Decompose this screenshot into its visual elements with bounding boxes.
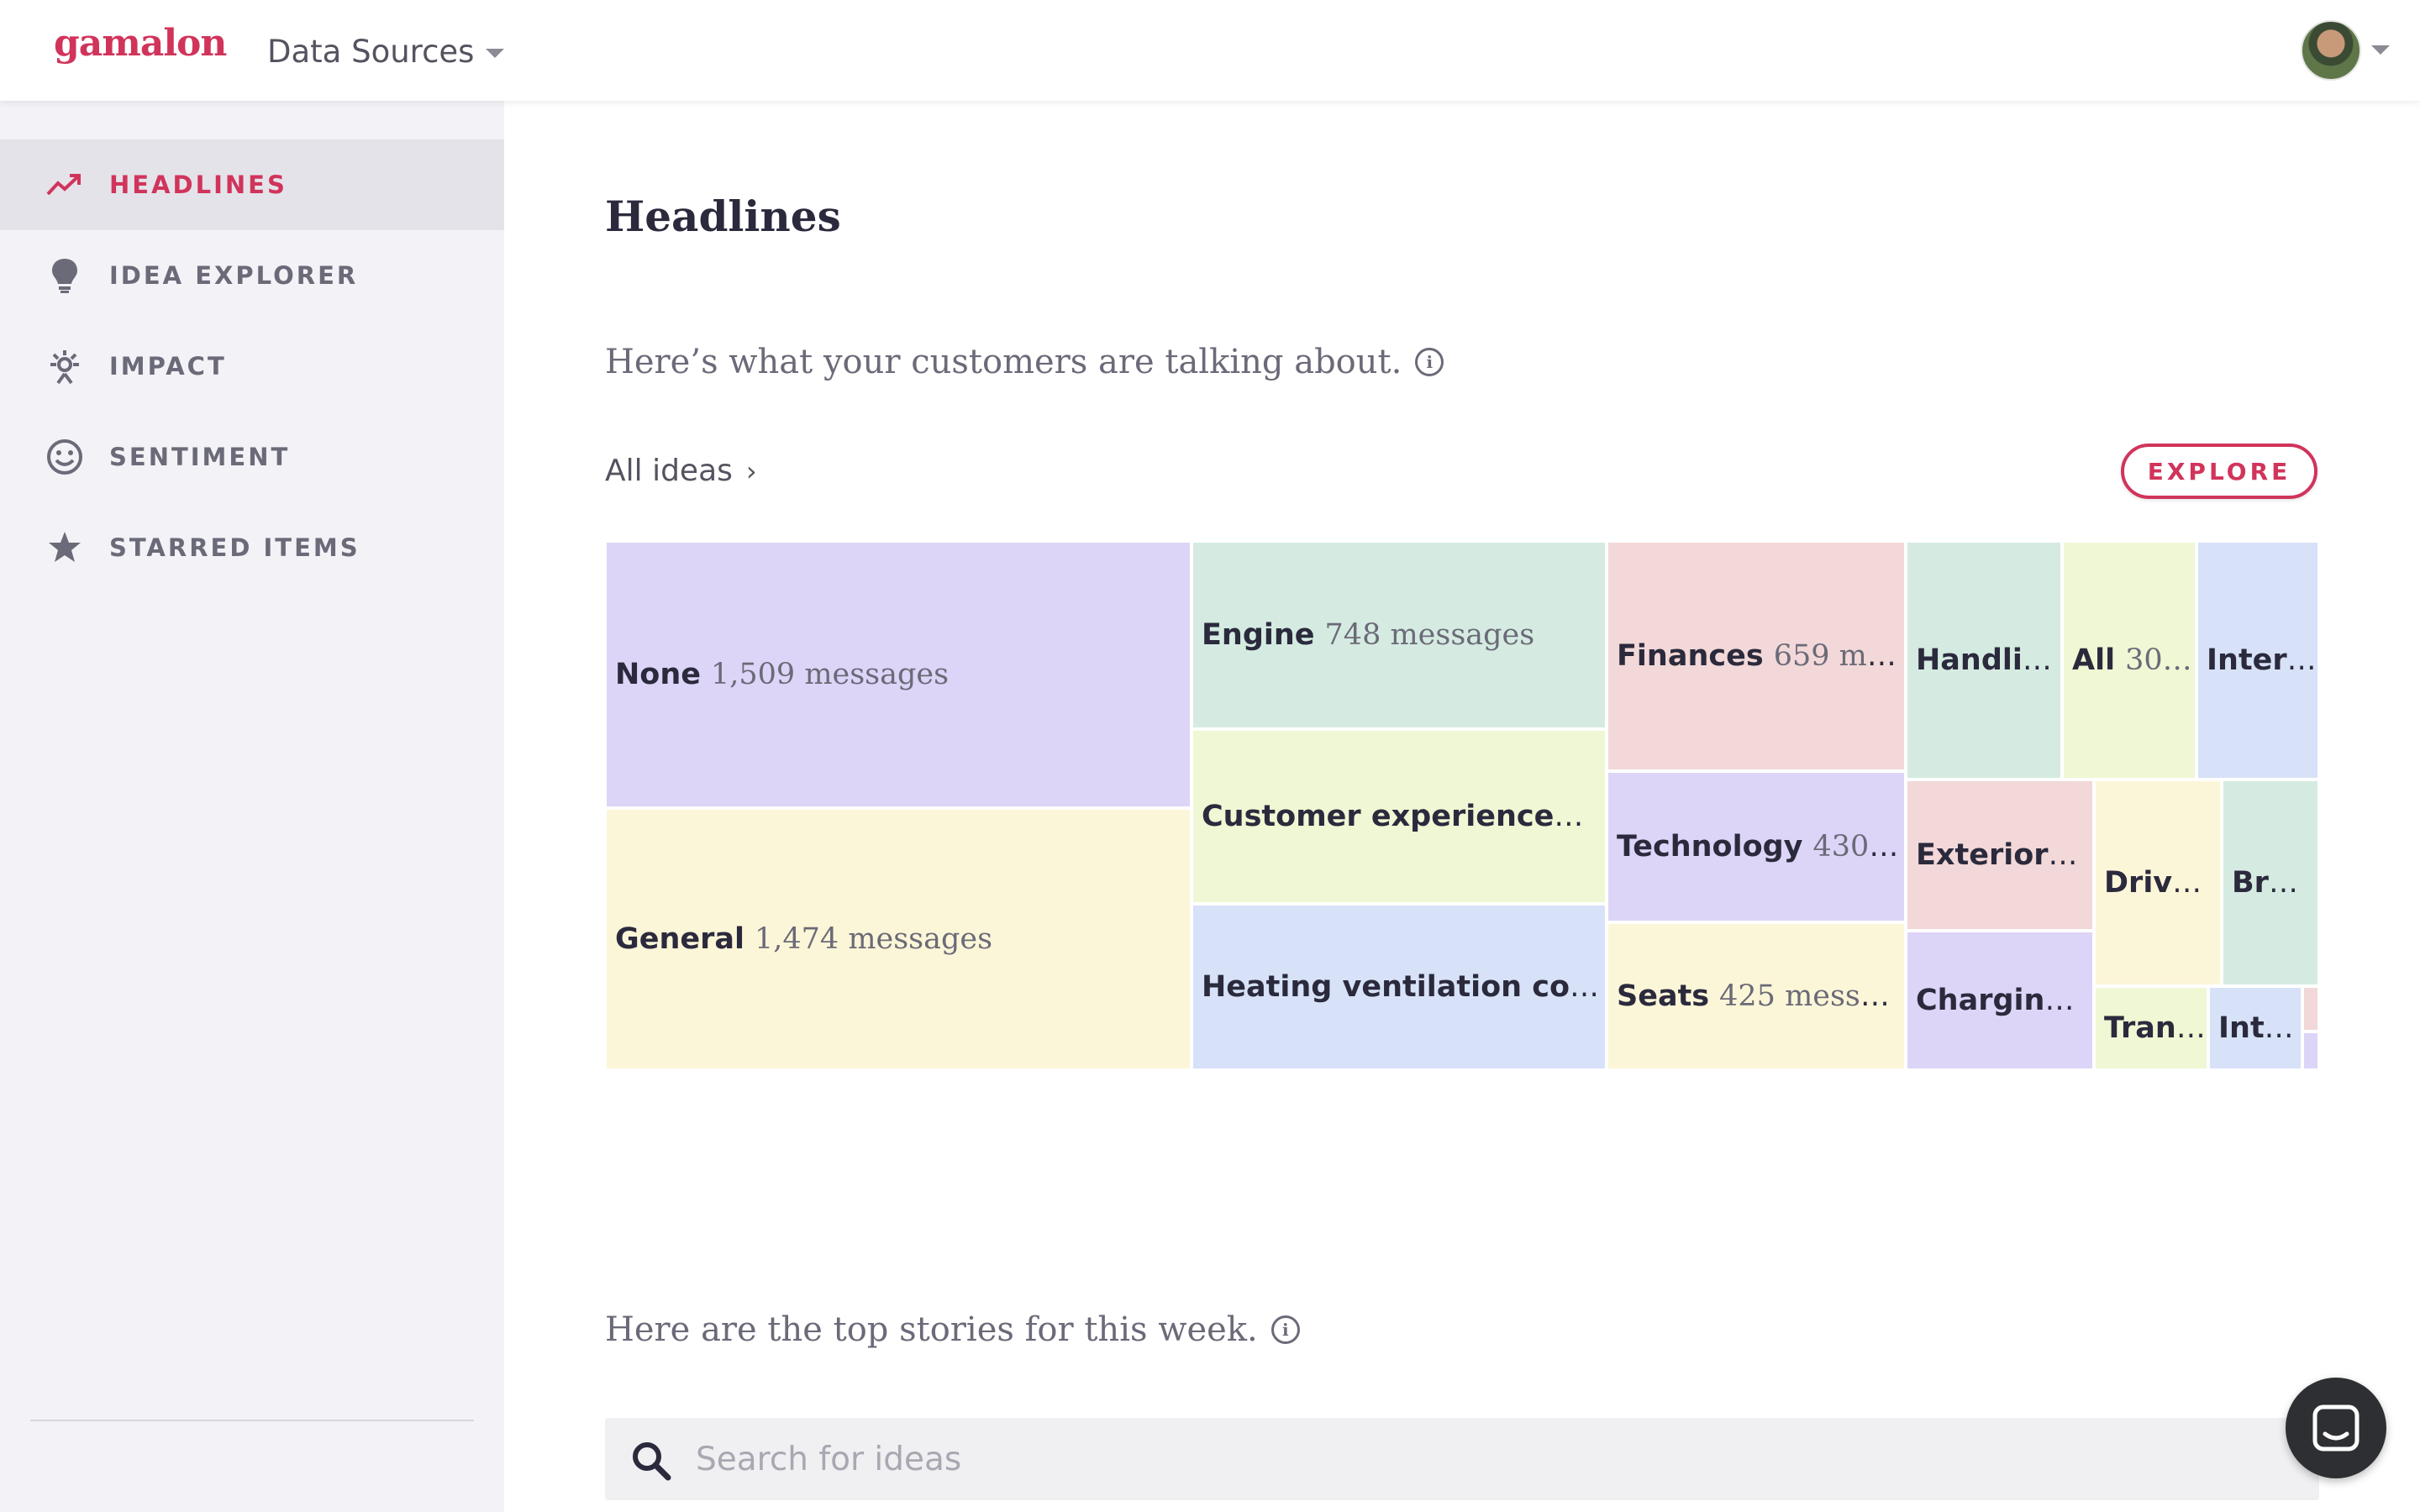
tile-count: 1,509 messages bbox=[711, 658, 950, 691]
data-sources-dropdown[interactable]: Data Sources bbox=[267, 34, 505, 70]
tile-name: Driver… bbox=[2104, 866, 2220, 900]
treemap-tile-int[interactable]: Int… bbox=[2208, 986, 2302, 1070]
chat-launcher-button[interactable] bbox=[2286, 1378, 2386, 1478]
tile-name: Technology bbox=[1617, 830, 1803, 864]
tile-name: All bbox=[2072, 643, 2116, 677]
trending-up-icon bbox=[45, 165, 84, 204]
treemap-tile-handling[interactable]: Handlin… bbox=[1906, 541, 2062, 780]
explore-button[interactable]: EXPLORE bbox=[2121, 444, 2317, 499]
ideas-treemap: None 1,509 messages General 1,474 messages… bbox=[605, 541, 2319, 1070]
search-bar bbox=[605, 1418, 2319, 1500]
sidebar: HEADLINES IDEA EXPLORER IMPACT SENTIMENT… bbox=[0, 101, 504, 1512]
treemap-tile-interior[interactable]: Interi… bbox=[2196, 541, 2319, 780]
tile-name: Charging bbox=[1916, 984, 2066, 1017]
tile-name: None bbox=[615, 658, 701, 691]
tile-name: Customer experience bbox=[1202, 800, 1555, 833]
info-icon[interactable]: i bbox=[1415, 348, 1444, 376]
treemap-tile-charging[interactable]: Charging 2 bbox=[1906, 931, 2094, 1070]
all-ideas-link[interactable]: All ideas › bbox=[605, 454, 757, 488]
treemap-tile-brand[interactable]: Bra… bbox=[2222, 780, 2319, 986]
tile-name: Engine bbox=[1202, 618, 1315, 652]
chevron-right-icon: › bbox=[745, 454, 757, 487]
sidebar-item-sentiment[interactable]: SENTIMENT bbox=[0, 412, 504, 502]
chevron-down-icon bbox=[486, 49, 505, 58]
tile-name: Finances bbox=[1617, 639, 1764, 673]
tile-count: 425 messag… bbox=[1719, 979, 1904, 1013]
top-bar: gamalon Data Sources bbox=[0, 0, 2420, 101]
tile-name: Int… bbox=[2218, 1011, 2294, 1045]
treemap-tile-engine[interactable]: Engine 748 messages bbox=[1192, 541, 1607, 729]
treemap-tile-technology[interactable]: Technology 430 … bbox=[1607, 771, 1906, 922]
tile-name: Bra… bbox=[2232, 866, 2317, 900]
impact-icon bbox=[45, 347, 84, 386]
treemap-tile-seats[interactable]: Seats 425 messag… bbox=[1607, 922, 1906, 1070]
tile-count: 2 bbox=[2076, 984, 2092, 1017]
tile-name: Heating ventilation co… bbox=[1202, 970, 1600, 1004]
star-icon bbox=[45, 528, 84, 567]
tile-count: 659 mes… bbox=[1773, 639, 1904, 673]
treemap-tile-driver[interactable]: Driver… bbox=[2094, 780, 2222, 986]
page-title: Headlines bbox=[605, 192, 841, 241]
tile-name: Exterior bbox=[1916, 838, 2049, 872]
treemap-tile-customer-experience[interactable]: Customer experience694… bbox=[1192, 729, 1607, 904]
sidebar-item-label: STARRED ITEMS bbox=[109, 533, 360, 562]
tile-name: Tran… bbox=[2104, 1011, 2206, 1045]
tile-count: 1,474 messages bbox=[755, 922, 993, 956]
gamalon-logo[interactable]: gamalon bbox=[54, 22, 227, 65]
tile-count: 748 messages bbox=[1324, 618, 1535, 652]
treemap-tile-all[interactable]: All 30… bbox=[2062, 541, 2196, 780]
stories-subtitle: Here are the top stories for this week. … bbox=[605, 1310, 1300, 1349]
info-icon[interactable]: i bbox=[1270, 1315, 1300, 1344]
chat-icon bbox=[2312, 1404, 2360, 1452]
sidebar-item-label: IMPACT bbox=[109, 352, 227, 381]
stories-subtitle-text: Here are the top stories for this week. bbox=[605, 1310, 1258, 1349]
tile-name: Interi… bbox=[2207, 643, 2317, 677]
treemap-tile-small-2[interactable] bbox=[2302, 1032, 2319, 1070]
all-ideas-label: All ideas bbox=[605, 454, 733, 488]
treemap-tile-general[interactable]: General 1,474 messages bbox=[605, 808, 1192, 1070]
treemap-tile-none[interactable]: None 1,509 messages bbox=[605, 541, 1192, 808]
search-input[interactable] bbox=[696, 1418, 2292, 1500]
treemap-tile-small-1[interactable] bbox=[2302, 986, 2319, 1032]
sidebar-item-impact[interactable]: IMPACT bbox=[0, 321, 504, 412]
lightbulb-icon bbox=[45, 256, 84, 295]
tile-name: Handlin… bbox=[1916, 643, 2060, 677]
treemap-tile-heating-ventilation[interactable]: Heating ventilation co…6 bbox=[1192, 904, 1607, 1070]
sidebar-item-starred-items[interactable]: STARRED ITEMS bbox=[0, 502, 504, 593]
sidebar-item-label: SENTIMENT bbox=[109, 443, 291, 471]
sidebar-item-idea-explorer[interactable]: IDEA EXPLORER bbox=[0, 230, 504, 321]
tile-count: 430 … bbox=[1812, 830, 1904, 864]
data-sources-label: Data Sources bbox=[267, 34, 475, 70]
tile-name: General bbox=[615, 922, 744, 956]
treemap-tile-finances[interactable]: Finances 659 mes… bbox=[1607, 541, 1906, 771]
avatar[interactable] bbox=[2301, 20, 2361, 81]
search-icon bbox=[633, 1442, 671, 1481]
smiley-icon bbox=[45, 438, 84, 476]
chevron-down-icon[interactable] bbox=[2371, 45, 2390, 55]
section-subtitle: Here’s what your customers are talking a… bbox=[605, 343, 1444, 381]
section-subtitle-text: Here’s what your customers are talking a… bbox=[605, 343, 1402, 381]
sidebar-item-label: IDEA EXPLORER bbox=[109, 261, 359, 290]
treemap-tile-transmission[interactable]: Tran… bbox=[2094, 986, 2208, 1070]
sidebar-item-headlines[interactable]: HEADLINES bbox=[0, 139, 504, 230]
treemap-tile-exterior[interactable]: Exterior 27 bbox=[1906, 780, 2094, 931]
tile-count: 30… bbox=[2125, 643, 2192, 677]
sidebar-divider bbox=[30, 1420, 474, 1421]
tile-name: Seats bbox=[1617, 979, 1710, 1013]
sidebar-item-label: HEADLINES bbox=[109, 171, 287, 199]
